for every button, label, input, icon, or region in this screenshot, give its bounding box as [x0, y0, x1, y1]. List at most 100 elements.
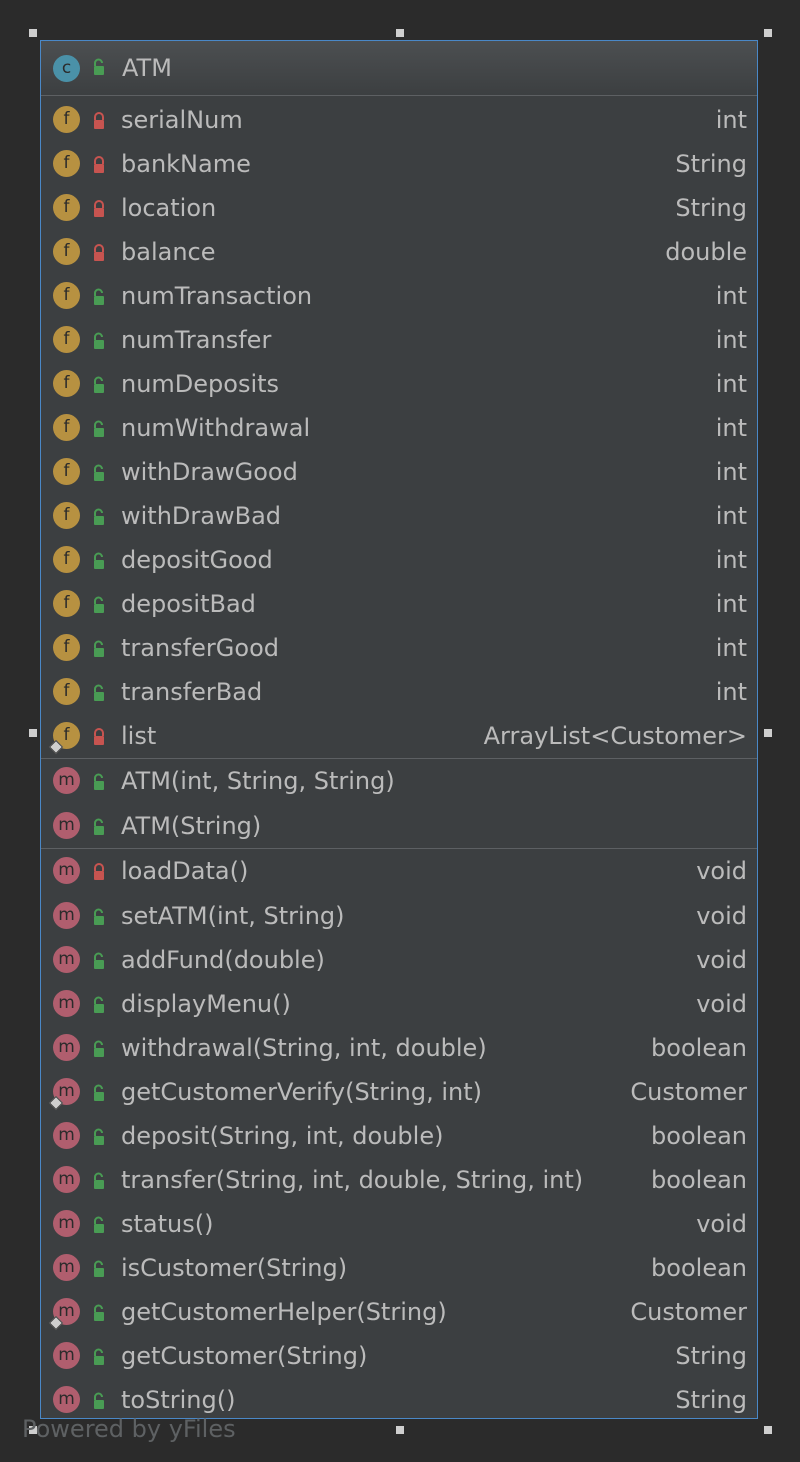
field-icon: f	[53, 282, 80, 309]
field-row[interactable]: f numDeposits int	[41, 362, 757, 406]
field-row[interactable]: f transferGood int	[41, 626, 757, 670]
method-row[interactable]: m getCustomer(String) String	[41, 1334, 757, 1378]
field-icon: f	[53, 106, 80, 133]
method-row[interactable]: m loadData() void	[41, 849, 757, 894]
resize-handle-top-left[interactable]	[29, 29, 37, 37]
public-lock-icon	[91, 1084, 107, 1102]
public-lock-icon	[91, 420, 107, 438]
resize-handle-top-right[interactable]	[764, 29, 772, 37]
field-type: int	[715, 370, 747, 398]
method-name: addFund(double)	[121, 946, 325, 974]
method-type: String	[675, 1342, 747, 1370]
field-row[interactable]: f withDrawBad int	[41, 494, 757, 538]
resize-handle-middle-left[interactable]	[29, 729, 37, 737]
method-row[interactable]: m getCustomerVerify(String, int) Customer	[41, 1070, 757, 1114]
private-lock-icon	[91, 244, 107, 262]
method-type: void	[696, 990, 747, 1018]
field-name: depositGood	[121, 546, 273, 574]
uml-class-node[interactable]: c ATM f serialNum int f bankName String f locat…	[40, 40, 758, 1419]
field-row[interactable]: f depositGood int	[41, 538, 757, 582]
field-row[interactable]: f numWithdrawal int	[41, 406, 757, 450]
resize-handle-middle-right[interactable]	[764, 729, 772, 737]
field-row[interactable]: f numTransfer int	[41, 318, 757, 362]
method-name: withdrawal(String, int, double)	[121, 1034, 487, 1062]
private-lock-icon	[91, 728, 107, 746]
field-row[interactable]: f location String	[41, 186, 757, 230]
field-row[interactable]: f withDrawGood int	[41, 450, 757, 494]
constructors-section: m ATM(int, String, String) m ATM(String)	[41, 758, 757, 848]
method-icon: m	[53, 812, 80, 839]
field-row[interactable]: f serialNum int	[41, 98, 757, 142]
private-lock-icon	[91, 112, 107, 130]
fields-section: f serialNum int f bankName String f location Str…	[41, 96, 757, 758]
field-icon: f	[53, 150, 80, 177]
field-type: String	[675, 150, 747, 178]
public-lock-icon	[91, 376, 107, 394]
method-type: boolean	[651, 1034, 747, 1062]
method-row[interactable]: m withdrawal(String, int, double) boolean	[41, 1026, 757, 1070]
public-visibility-icon	[91, 58, 107, 76]
method-type: Customer	[630, 1298, 747, 1326]
method-icon: m	[53, 902, 80, 929]
field-icon: f	[53, 590, 80, 617]
public-lock-icon	[91, 1172, 107, 1190]
method-row[interactable]: m setATM(int, String) void	[41, 894, 757, 938]
method-name: getCustomerVerify(String, int)	[121, 1078, 482, 1106]
public-lock-icon	[91, 684, 107, 702]
method-type: String	[675, 1386, 747, 1414]
method-icon: m	[53, 1386, 80, 1413]
method-type: Customer	[630, 1078, 747, 1106]
resize-handle-bottom-center[interactable]	[396, 1426, 404, 1434]
public-lock-icon	[91, 552, 107, 570]
method-row[interactable]: m transfer(String, int, double, String, i…	[41, 1158, 757, 1202]
public-lock-icon	[91, 952, 107, 970]
resize-handle-top-center[interactable]	[396, 29, 404, 37]
field-type: int	[715, 590, 747, 618]
field-icon: f	[53, 370, 80, 397]
method-name: isCustomer(String)	[121, 1254, 348, 1282]
method-type: boolean	[651, 1166, 747, 1194]
field-type: int	[715, 458, 747, 486]
method-type: void	[696, 857, 747, 885]
method-row[interactable]: m deposit(String, int, double) boolean	[41, 1114, 757, 1158]
method-icon: m	[53, 767, 80, 794]
method-icon: m	[53, 1166, 80, 1193]
public-lock-icon	[91, 996, 107, 1014]
resize-handle-bottom-right[interactable]	[764, 1426, 772, 1434]
field-type: ArrayList<Customer>	[483, 722, 747, 750]
field-icon: f	[53, 546, 80, 573]
method-icon: m	[53, 1254, 80, 1281]
method-row[interactable]: m isCustomer(String) boolean	[41, 1246, 757, 1290]
field-name: numDeposits	[121, 370, 280, 398]
method-type: boolean	[651, 1254, 747, 1282]
field-type: int	[715, 546, 747, 574]
method-icon: m	[53, 1210, 80, 1237]
class-header[interactable]: c ATM	[41, 41, 757, 96]
constructor-row[interactable]: m ATM(String)	[41, 804, 757, 848]
field-row[interactable]: f transferBad int	[41, 670, 757, 714]
methods-section: m loadData() void m setATM(int, String) void m…	[41, 848, 757, 1422]
field-name: list	[121, 722, 157, 750]
field-row[interactable]: f balance double	[41, 230, 757, 274]
private-lock-icon	[91, 200, 107, 218]
field-row[interactable]: f depositBad int	[41, 582, 757, 626]
field-row[interactable]: f numTransaction int	[41, 274, 757, 318]
method-row[interactable]: m addFund(double) void	[41, 938, 757, 982]
method-row[interactable]: m displayMenu() void	[41, 982, 757, 1026]
field-type: int	[715, 502, 747, 530]
public-lock-icon	[91, 464, 107, 482]
field-icon: f	[53, 238, 80, 265]
field-name: bankName	[121, 150, 251, 178]
public-lock-icon	[91, 773, 107, 791]
method-row[interactable]: m status() void	[41, 1202, 757, 1246]
method-name: setATM(int, String)	[121, 902, 345, 930]
public-lock-icon	[91, 908, 107, 926]
constructor-row[interactable]: m ATM(int, String, String)	[41, 759, 757, 804]
field-row[interactable]: f list ArrayList<Customer>	[41, 714, 757, 758]
public-lock-icon	[91, 508, 107, 526]
field-row[interactable]: f bankName String	[41, 142, 757, 186]
method-row[interactable]: m getCustomerHelper(String) Customer	[41, 1290, 757, 1334]
public-lock-icon	[91, 332, 107, 350]
constructor-name: ATM(int, String, String)	[121, 767, 395, 795]
public-lock-icon	[91, 1216, 107, 1234]
